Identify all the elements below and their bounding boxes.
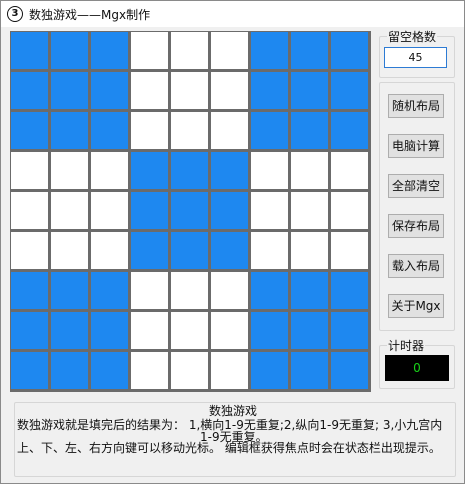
- sudoku-cell[interactable]: [131, 72, 168, 109]
- sudoku-cell[interactable]: [211, 152, 248, 189]
- blank-count-input[interactable]: 45: [384, 47, 447, 68]
- sudoku-cell[interactable]: [91, 272, 128, 309]
- sudoku-cell[interactable]: [51, 152, 88, 189]
- sudoku-cell[interactable]: [211, 352, 248, 389]
- timer-label: 计时器: [387, 337, 426, 354]
- sudoku-cell[interactable]: [131, 352, 168, 389]
- sudoku-cell[interactable]: [171, 152, 208, 189]
- sudoku-cell[interactable]: [51, 352, 88, 389]
- sudoku-cell[interactable]: [51, 312, 88, 349]
- sudoku-cell[interactable]: [91, 232, 128, 269]
- sudoku-cell[interactable]: [291, 312, 328, 349]
- sudoku-cell[interactable]: [251, 352, 288, 389]
- sudoku-cell[interactable]: [51, 32, 88, 69]
- sudoku-cell[interactable]: [251, 112, 288, 149]
- about-button[interactable]: 关于Mgx: [388, 294, 444, 318]
- sudoku-cell[interactable]: [131, 312, 168, 349]
- sudoku-cell[interactable]: [91, 352, 128, 389]
- sudoku-cell[interactable]: [11, 272, 48, 309]
- sudoku-cell[interactable]: [171, 232, 208, 269]
- sudoku-cell[interactable]: [251, 232, 288, 269]
- sudoku-cell[interactable]: [331, 192, 368, 229]
- sudoku-cell[interactable]: [91, 112, 128, 149]
- sudoku-cell[interactable]: [171, 312, 208, 349]
- sudoku-cell[interactable]: [251, 72, 288, 109]
- sudoku-cell[interactable]: [131, 112, 168, 149]
- sudoku-cell[interactable]: [11, 72, 48, 109]
- sudoku-cell[interactable]: [171, 32, 208, 69]
- sudoku-cell[interactable]: [171, 192, 208, 229]
- sudoku-cell[interactable]: [211, 232, 248, 269]
- blank-count-label: 留空格数: [387, 28, 438, 45]
- sudoku-cell[interactable]: [331, 152, 368, 189]
- sudoku-cell[interactable]: [11, 352, 48, 389]
- timer-display: 0: [385, 355, 449, 381]
- sudoku-cell[interactable]: [211, 272, 248, 309]
- computer-solve-button[interactable]: 电脑计算: [388, 134, 444, 158]
- sudoku-cell[interactable]: [51, 272, 88, 309]
- sudoku-cell[interactable]: [11, 32, 48, 69]
- load-layout-button[interactable]: 载入布局: [388, 254, 444, 278]
- sudoku-cell[interactable]: [131, 232, 168, 269]
- sudoku-cell[interactable]: [331, 352, 368, 389]
- sudoku-cell[interactable]: [291, 232, 328, 269]
- sudoku-cell[interactable]: [91, 152, 128, 189]
- sudoku-cell[interactable]: [171, 352, 208, 389]
- sudoku-cell[interactable]: [331, 272, 368, 309]
- title-bar[interactable]: 3 数独游戏——Mgx制作: [1, 1, 464, 27]
- sudoku-cell[interactable]: [91, 312, 128, 349]
- sudoku-cell[interactable]: [11, 312, 48, 349]
- sudoku-cell[interactable]: [251, 192, 288, 229]
- sudoku-cell[interactable]: [331, 312, 368, 349]
- app-window: 3 数独游戏——Mgx制作 留空格数 45 随机布局 电脑计算 全部清空 保存布…: [0, 0, 465, 484]
- sudoku-cell[interactable]: [131, 272, 168, 309]
- sudoku-cell[interactable]: [291, 192, 328, 229]
- sudoku-cell[interactable]: [11, 232, 48, 269]
- sudoku-cell[interactable]: [331, 72, 368, 109]
- sudoku-cell[interactable]: [291, 112, 328, 149]
- sudoku-cell[interactable]: [291, 152, 328, 189]
- sudoku-cell[interactable]: [251, 32, 288, 69]
- sudoku-cell[interactable]: [251, 272, 288, 309]
- sudoku-cell[interactable]: [291, 72, 328, 109]
- sudoku-cell[interactable]: [211, 32, 248, 69]
- sudoku-cell[interactable]: [211, 312, 248, 349]
- sudoku-cell[interactable]: [171, 272, 208, 309]
- random-layout-button[interactable]: 随机布局: [388, 94, 444, 118]
- sudoku-cell[interactable]: [331, 112, 368, 149]
- sudoku-cell[interactable]: [11, 192, 48, 229]
- sudoku-cell[interactable]: [211, 112, 248, 149]
- sudoku-cell[interactable]: [211, 192, 248, 229]
- sudoku-cell[interactable]: [51, 112, 88, 149]
- sudoku-cell[interactable]: [331, 232, 368, 269]
- sudoku-cell[interactable]: [131, 152, 168, 189]
- sudoku-cell[interactable]: [131, 32, 168, 69]
- clear-all-button[interactable]: 全部清空: [388, 174, 444, 198]
- sudoku-cell[interactable]: [251, 152, 288, 189]
- sudoku-cell[interactable]: [291, 32, 328, 69]
- sudoku-cell[interactable]: [131, 192, 168, 229]
- sudoku-cell[interactable]: [91, 192, 128, 229]
- sudoku-cell[interactable]: [51, 72, 88, 109]
- sudoku-cell[interactable]: [291, 352, 328, 389]
- sudoku-board: [10, 31, 371, 392]
- sudoku-cell[interactable]: [211, 72, 248, 109]
- sudoku-cell[interactable]: [251, 312, 288, 349]
- save-layout-button[interactable]: 保存布局: [388, 214, 444, 238]
- sudoku-cell[interactable]: [171, 72, 208, 109]
- app-icon: 3: [7, 6, 23, 22]
- window-title: 数独游戏——Mgx制作: [29, 8, 151, 22]
- info-line-3: 上、下、左、右方向键可以移动光标。 编辑框获得焦点时会在状态栏出现提示。: [17, 441, 441, 455]
- sudoku-cell[interactable]: [51, 232, 88, 269]
- sudoku-cell[interactable]: [91, 32, 128, 69]
- sudoku-cell[interactable]: [91, 72, 128, 109]
- sudoku-cell[interactable]: [11, 152, 48, 189]
- sudoku-cell[interactable]: [291, 272, 328, 309]
- sudoku-cell[interactable]: [171, 112, 208, 149]
- sudoku-cell[interactable]: [11, 112, 48, 149]
- sudoku-cell[interactable]: [51, 192, 88, 229]
- sudoku-cell[interactable]: [331, 32, 368, 69]
